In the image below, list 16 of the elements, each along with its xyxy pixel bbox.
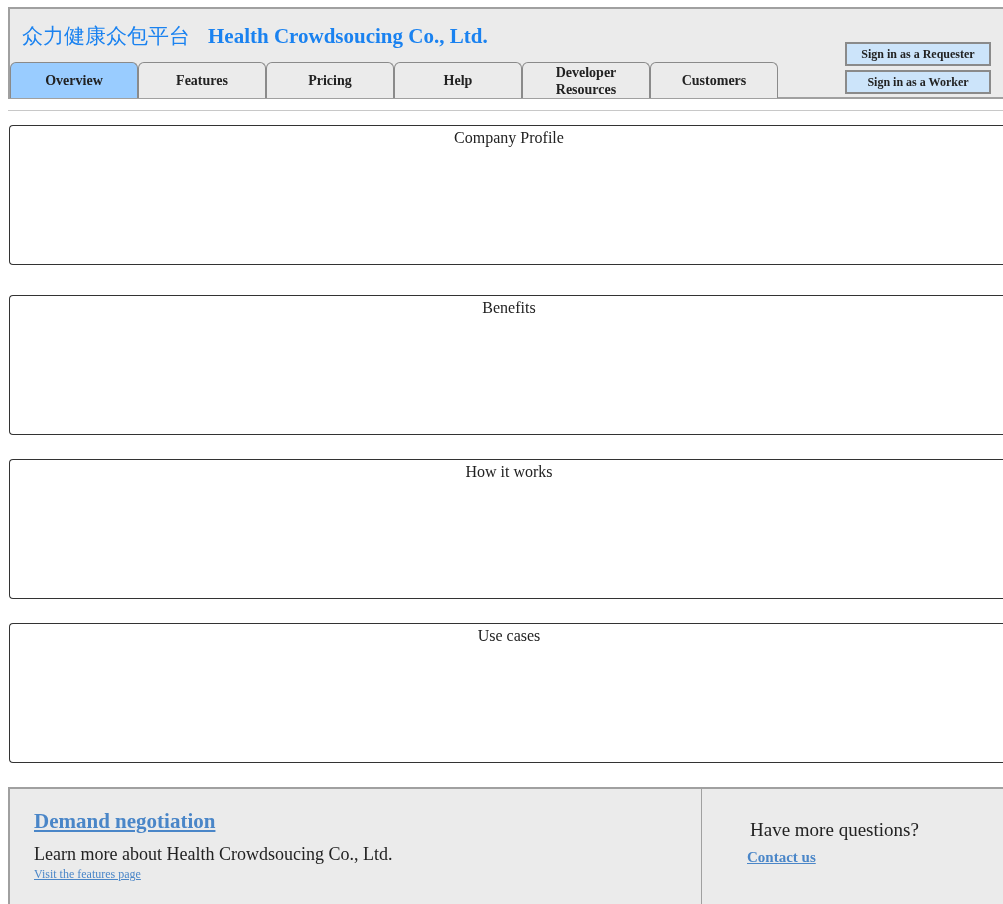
nav-tab[interactable]: Developer Resources — [522, 62, 650, 98]
company-name: Health Crowdsoucing Co., Ltd. — [208, 24, 488, 49]
questions-text: Have more questions? — [750, 819, 919, 841]
section-title: Use cases — [477, 627, 541, 645]
sign-in-button[interactable]: Sign in as a Worker — [845, 70, 991, 94]
section-title: Benefits — [482, 299, 536, 317]
section-title: Company Profile — [454, 129, 564, 147]
footer-text: Learn more about Health Crowdsoucing Co., Ltd. — [34, 844, 393, 865]
site-title: 众力健康众包平台 — [22, 23, 190, 50]
nav-tab[interactable]: Pricing — [266, 62, 394, 98]
nav-tab[interactable]: Help — [394, 62, 522, 98]
nav-tab[interactable]: Overview — [10, 62, 138, 98]
nav-tab[interactable]: Features — [138, 62, 266, 98]
sign-in-button[interactable]: Sign in as a Requester — [845, 42, 991, 66]
section-title: How it works — [465, 463, 553, 481]
nav-tab[interactable]: Customers — [650, 62, 778, 98]
